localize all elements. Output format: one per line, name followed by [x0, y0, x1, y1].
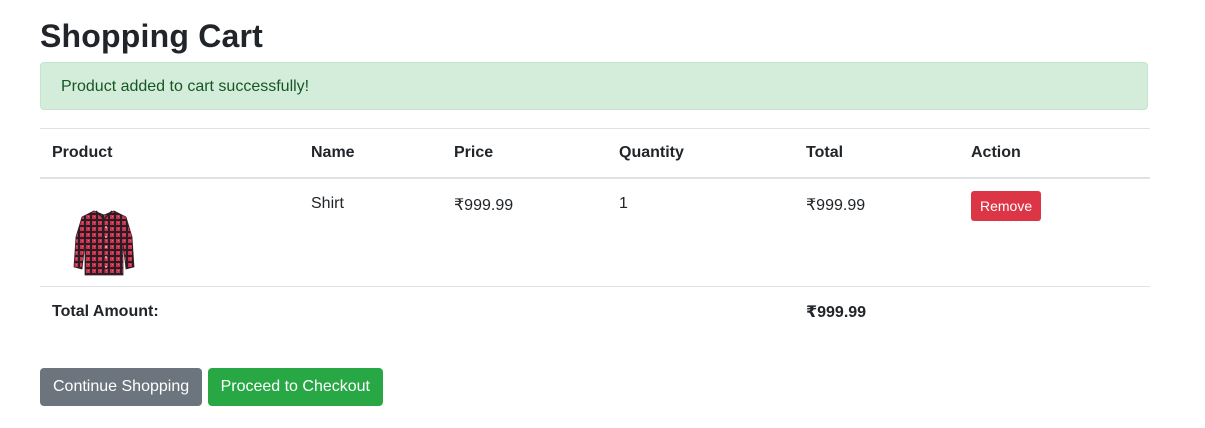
total-row: Total Amount: ₹999.99 [40, 285, 1150, 337]
proceed-to-checkout-button[interactable]: Proceed to Checkout [207, 368, 383, 406]
header-quantity: Quantity [607, 128, 794, 179]
action-cell: Remove [959, 177, 1150, 286]
page-title: Shopping Cart [40, 18, 264, 54]
plaid-shirt-image [73, 210, 135, 276]
product-quantity: 1 [607, 177, 794, 286]
product-price: ₹999.99 [442, 177, 607, 286]
success-alert: Product added to cart successfully! [40, 62, 1148, 110]
header-action: Action [959, 128, 1150, 179]
table-row: Shirt ₹999.99 1 ₹999.99 Remove [40, 177, 1150, 286]
continue-shopping-button[interactable]: Continue Shopping [40, 368, 203, 406]
remove-button[interactable]: Remove [971, 191, 1042, 221]
cart-table: Product Name Price Quantity Total Action [40, 128, 1150, 337]
cart-actions: Continue Shopping Proceed to Checkout [40, 368, 383, 406]
total-amount-label: Total Amount: [40, 285, 794, 337]
product-total: ₹999.99 [794, 177, 959, 286]
total-row-empty-cell [959, 285, 1150, 337]
header-price: Price [442, 128, 607, 179]
header-product: Product [40, 128, 299, 179]
product-image-cell [40, 177, 299, 286]
product-name: Shirt [299, 177, 442, 286]
total-amount-value: ₹999.99 [794, 285, 959, 337]
header-name: Name [299, 128, 442, 179]
table-header-row: Product Name Price Quantity Total Action [40, 128, 1150, 179]
header-total: Total [794, 128, 959, 179]
alert-message: Product added to cart successfully! [61, 78, 310, 95]
